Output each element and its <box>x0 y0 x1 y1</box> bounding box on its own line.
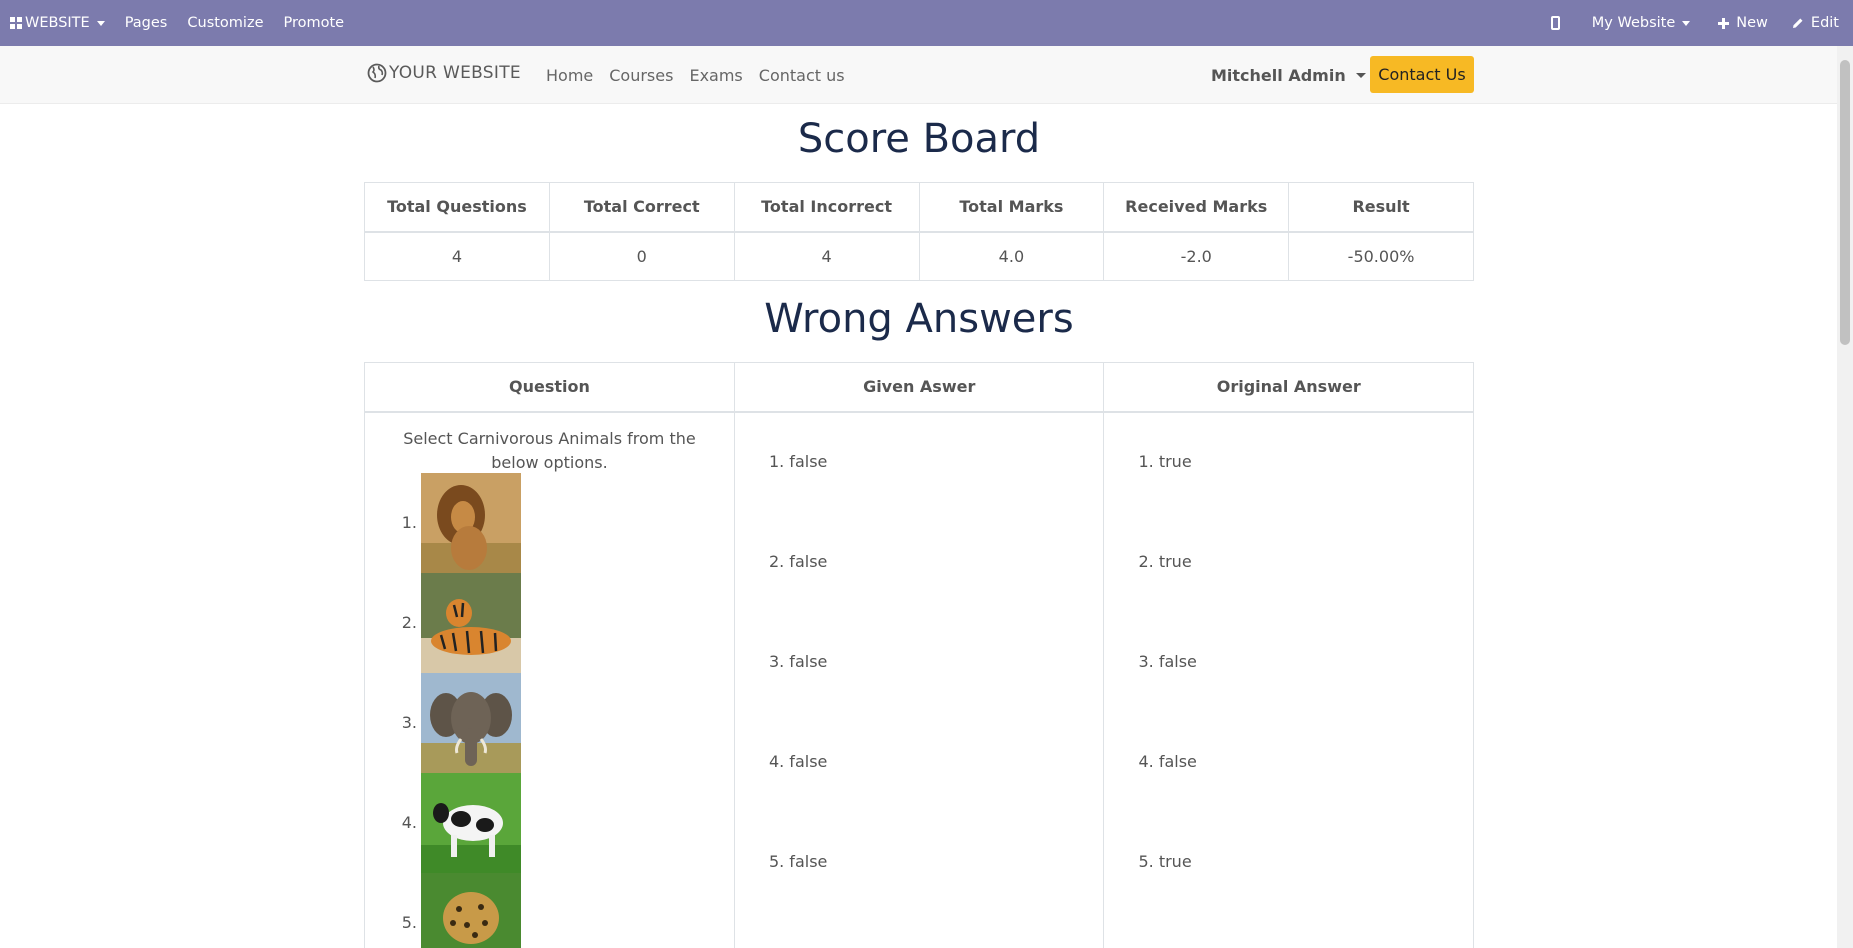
original-answer: 3. false <box>1138 651 1197 671</box>
question-text: Select Carnivorous Animals from the belo… <box>403 428 696 472</box>
header-question: Question <box>364 362 735 413</box>
contact-us-button[interactable]: Contact Us <box>1370 56 1474 93</box>
logo-text: YOUR WEBSITE <box>389 63 521 83</box>
header-total-correct: Total Correct <box>548 182 735 233</box>
promote-menu[interactable]: Promote <box>274 0 355 46</box>
given-answer: 4. false <box>768 751 828 771</box>
value-received-marks: -2.0 <box>1103 231 1290 281</box>
original-answer: 2. true <box>1138 551 1192 571</box>
plus-icon <box>1718 17 1730 29</box>
site-header: YOUR WEBSITE Home Courses Exams Contact … <box>0 46 1837 104</box>
page-scrollbar[interactable] <box>1837 46 1853 948</box>
nav-home[interactable]: Home <box>546 66 593 85</box>
site-selector[interactable]: My Website <box>1578 0 1705 46</box>
original-answer-cell: 1. true 2. true 3. false 4. false 5. tru… <box>1103 411 1474 948</box>
header-received-marks: Received Marks <box>1103 182 1290 233</box>
table-header-row: Question Given Aswer Original Answer <box>364 362 1474 413</box>
nav-exams[interactable]: Exams <box>689 66 742 85</box>
original-answer: 4. false <box>1138 751 1197 771</box>
wrong-answers-title: Wrong Answers <box>764 296 1074 342</box>
mobile-preview-button[interactable] <box>1533 0 1578 46</box>
option-list: 1. 2. 3. 4. 5. <box>399 472 521 948</box>
user-name: Mitchell Admin <box>1211 65 1346 85</box>
wrong-answers-table: Question Given Aswer Original Answer Sel… <box>364 362 1474 948</box>
list-item: 2. <box>399 572 521 673</box>
table-header-row: Total Questions Total Correct Total Inco… <box>364 182 1474 233</box>
given-answer: 2. false <box>768 551 828 571</box>
list-item: 5. <box>399 872 521 948</box>
list-item: 3. <box>399 672 521 773</box>
scroll-thumb[interactable] <box>1840 60 1850 345</box>
header-total-questions: Total Questions <box>364 182 550 233</box>
edit-button-label: Edit <box>1810 15 1839 31</box>
value-total-questions: 4 <box>364 231 550 281</box>
given-answer: 3. false <box>768 651 828 671</box>
option-number: 3. <box>401 713 417 732</box>
original-answer: 5. true <box>1138 851 1192 871</box>
caret-down-icon <box>1355 72 1366 78</box>
mobile-icon <box>1550 16 1560 30</box>
header-total-incorrect: Total Incorrect <box>733 182 920 233</box>
admin-bar: WEBSITE Pages Customize Promote My Websi… <box>0 0 1853 46</box>
caret-down-icon <box>1682 20 1691 26</box>
scoreboard-table: Total Questions Total Correct Total Inco… <box>364 182 1474 281</box>
value-result: -50.00% <box>1288 231 1474 281</box>
pencil-icon <box>1792 18 1803 28</box>
given-answer: 1. false <box>768 451 828 471</box>
option-number: 2. <box>401 613 417 632</box>
option-number: 4. <box>401 813 417 832</box>
given-answer-cell: 1. false 2. false 3. false 4. false 5. f… <box>733 411 1105 948</box>
option-number: 1. <box>401 513 417 532</box>
original-answer: 1. true <box>1138 451 1192 471</box>
header-total-marks: Total Marks <box>918 182 1105 233</box>
list-item: 4. <box>399 772 521 873</box>
new-button[interactable]: New <box>1704 0 1782 46</box>
table-row: 4 0 4 4.0 -2.0 -50.00% <box>364 231 1474 281</box>
nav-contact-us[interactable]: Contact us <box>759 66 845 85</box>
apps-grid-icon <box>10 17 22 29</box>
customize-menu[interactable]: Customize <box>177 0 273 46</box>
header-given-answer: Given Aswer <box>733 362 1105 413</box>
globe-icon <box>367 63 387 83</box>
site-logo[interactable]: YOUR WEBSITE <box>367 63 521 83</box>
site-selector-label: My Website <box>1591 15 1676 31</box>
pages-menu[interactable]: Pages <box>115 0 178 46</box>
value-total-marks: 4.0 <box>918 231 1105 281</box>
tiger-image <box>421 572 521 673</box>
new-button-label: New <box>1736 15 1768 31</box>
lion-image <box>421 472 521 573</box>
cow-image <box>421 772 521 873</box>
value-total-incorrect: 4 <box>733 231 920 281</box>
header-result: Result <box>1288 182 1474 233</box>
website-menu[interactable]: WEBSITE <box>0 0 115 46</box>
list-item: 1. <box>399 472 521 573</box>
value-total-correct: 0 <box>548 231 735 281</box>
question-cell: Select Carnivorous Animals from the belo… <box>364 411 735 948</box>
nav-courses[interactable]: Courses <box>609 66 673 85</box>
edit-button[interactable]: Edit <box>1782 0 1853 46</box>
option-number: 5. <box>401 913 417 932</box>
elephant-image <box>421 672 521 773</box>
main-nav: Home Courses Exams Contact us <box>546 46 861 104</box>
leopard-image <box>421 872 521 948</box>
given-answer: 5. false <box>768 851 828 871</box>
user-menu[interactable]: Mitchell Admin <box>1211 46 1366 104</box>
header-original-answer: Original Answer <box>1103 362 1474 413</box>
table-row: Select Carnivorous Animals from the belo… <box>364 411 1474 948</box>
website-menu-label: WEBSITE <box>25 15 90 31</box>
scoreboard-title: Score Board <box>797 116 1041 162</box>
caret-down-icon <box>96 20 105 26</box>
